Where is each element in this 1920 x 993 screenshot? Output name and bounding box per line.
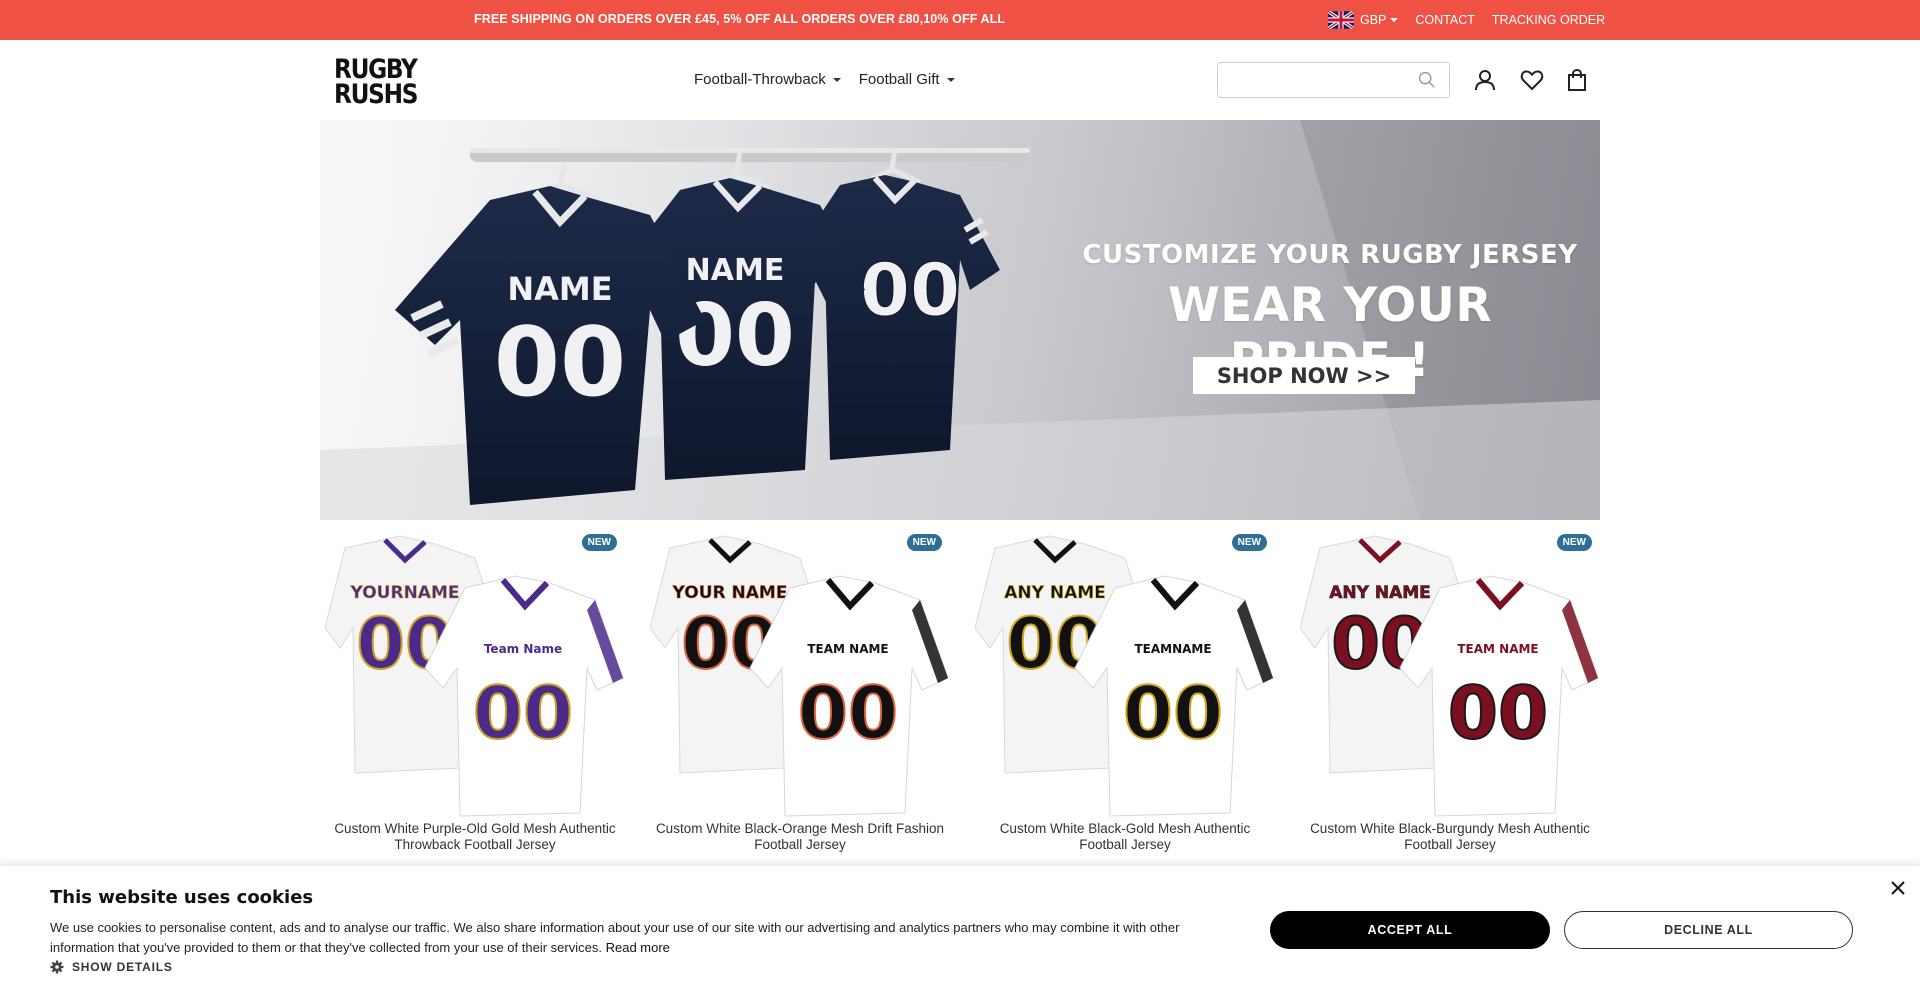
product-grid: YOURNAME 00 Team Name 00 NEW Custom White Pur… [320, 520, 1600, 860]
new-badge: NEW [581, 534, 617, 551]
jersey-team-text: TEAM NAME [1457, 642, 1538, 656]
new-badge: NEW [1231, 534, 1267, 551]
search-box [1217, 62, 1450, 98]
product-title[interactable]: Custom White Black-Orange Mesh Drift Fas… [650, 821, 950, 853]
jersey-team-text: Team Name [484, 642, 562, 656]
search-icon[interactable] [1418, 71, 1436, 89]
product-card[interactable]: YOURNAME 00 Team Name 00 NEW Custom White Pur… [325, 520, 625, 860]
svg-text:00: 00 [494, 308, 626, 418]
announcement-bar: FREE SHIPPING ON ORDERS OVER £45, 5% OFF… [0, 0, 1920, 40]
jersey-name-text: ANY NAME [1329, 583, 1431, 603]
topbar-links: GBP CONTACT TRACKING ORDER [1328, 0, 1622, 40]
tracking-order-link[interactable]: TRACKING ORDER [1492, 13, 1605, 27]
nav-label: Football-Throwback [694, 71, 826, 88]
close-icon[interactable] [1888, 878, 1908, 898]
svg-text:NAME: NAME [507, 270, 612, 308]
jersey-team-text: TEAM NAME [807, 642, 888, 656]
read-more-link[interactable]: Read more [606, 940, 670, 955]
cart-bag-icon[interactable] [1564, 67, 1590, 93]
account-icon[interactable] [1472, 67, 1498, 93]
product-image: ANY NAME00 TEAMNAME00 [975, 535, 1274, 817]
product-card[interactable]: YOUR NAME 00 TEAM NAME 00 NEW Custom White Bl… [650, 520, 950, 860]
cookie-title: This website uses cookies [50, 887, 314, 908]
jersey-team-text: TEAMNAME [1134, 642, 1211, 656]
logo-line-2: RUSHS [334, 79, 418, 110]
jersey-name-text: ANY NAME [1004, 583, 1106, 603]
jersey-number-text: 00 [1123, 671, 1223, 755]
product-image: YOURNAME00 Team Name00 [325, 535, 624, 817]
nav-label: Football Gift [858, 71, 940, 88]
chevron-down-icon [832, 77, 841, 82]
jersey-number-text: 00 [798, 671, 898, 755]
show-details-label: SHOW DETAILS [72, 960, 173, 974]
product-title[interactable]: Custom White Purple-Old Gold Mesh Authen… [325, 821, 625, 853]
show-details-toggle[interactable]: SHOW DETAILS [50, 960, 173, 974]
cookie-banner: This website uses cookies We use cookies… [0, 866, 1920, 993]
product-image: ANY NAME00 TEAM NAME00 [1300, 535, 1599, 817]
hero-subtitle: CUSTOMIZE YOUR RUGBY JERSEY [1082, 240, 1578, 270]
uk-flag-icon [1328, 11, 1354, 29]
product-image: YOUR NAME00 TEAM NAME00 [650, 535, 949, 817]
site-header: RUGBY RUSHS Football-Throwback Football … [0, 40, 1920, 120]
currency-label: GBP [1360, 13, 1387, 27]
nav-item-football-gift[interactable]: Football Gift [859, 71, 955, 88]
jersey-number-text: 00 [473, 671, 573, 755]
chevron-down-icon [1390, 18, 1399, 22]
chevron-down-icon [946, 77, 955, 82]
jersey-name-text: YOURNAME [350, 583, 460, 603]
decline-all-button[interactable]: DECLINE ALL [1564, 911, 1853, 949]
hero-banner[interactable]: 00 NAME 00 NAME 00 CUSTOMIZE YOUR RUGBY … [320, 120, 1600, 520]
jersey-number-text: 00 [1448, 671, 1548, 755]
accept-all-button[interactable]: ACCEPT ALL [1270, 911, 1550, 949]
site-logo[interactable]: RUGBY RUSHS [334, 56, 418, 110]
cookie-body: We use cookies to personalise content, a… [50, 918, 1230, 958]
contact-link[interactable]: CONTACT [1415, 13, 1475, 27]
product-title[interactable]: Custom White Black-Burgundy Mesh Authent… [1300, 821, 1600, 853]
new-badge: NEW [1556, 534, 1592, 551]
svg-text:NAME: NAME [686, 253, 785, 288]
main-nav: Football-Throwback Football Gift [694, 71, 973, 88]
product-card[interactable]: ANY NAME 00 TEAMNAME 00 NEW Custom White Blac… [975, 520, 1275, 860]
search-input[interactable] [1218, 63, 1408, 97]
nav-item-football-throwback[interactable]: Football-Throwback [694, 71, 841, 88]
wishlist-heart-icon[interactable] [1519, 67, 1545, 93]
promo-text: FREE SHIPPING ON ORDERS OVER £45, 5% OFF… [474, 12, 1006, 26]
product-card[interactable]: ANY NAME 00 TEAM NAME 00 NEW Custom White Bla… [1300, 520, 1600, 860]
jersey-name-text: YOUR NAME [672, 583, 788, 603]
currency-selector[interactable]: GBP [1328, 11, 1399, 29]
svg-text:00: 00 [860, 248, 960, 332]
gear-icon [50, 960, 64, 974]
new-badge: NEW [906, 534, 942, 551]
shop-now-button[interactable]: SHOP NOW >> [1193, 357, 1415, 394]
product-title[interactable]: Custom White Black-Gold Mesh Authentic F… [975, 821, 1275, 853]
